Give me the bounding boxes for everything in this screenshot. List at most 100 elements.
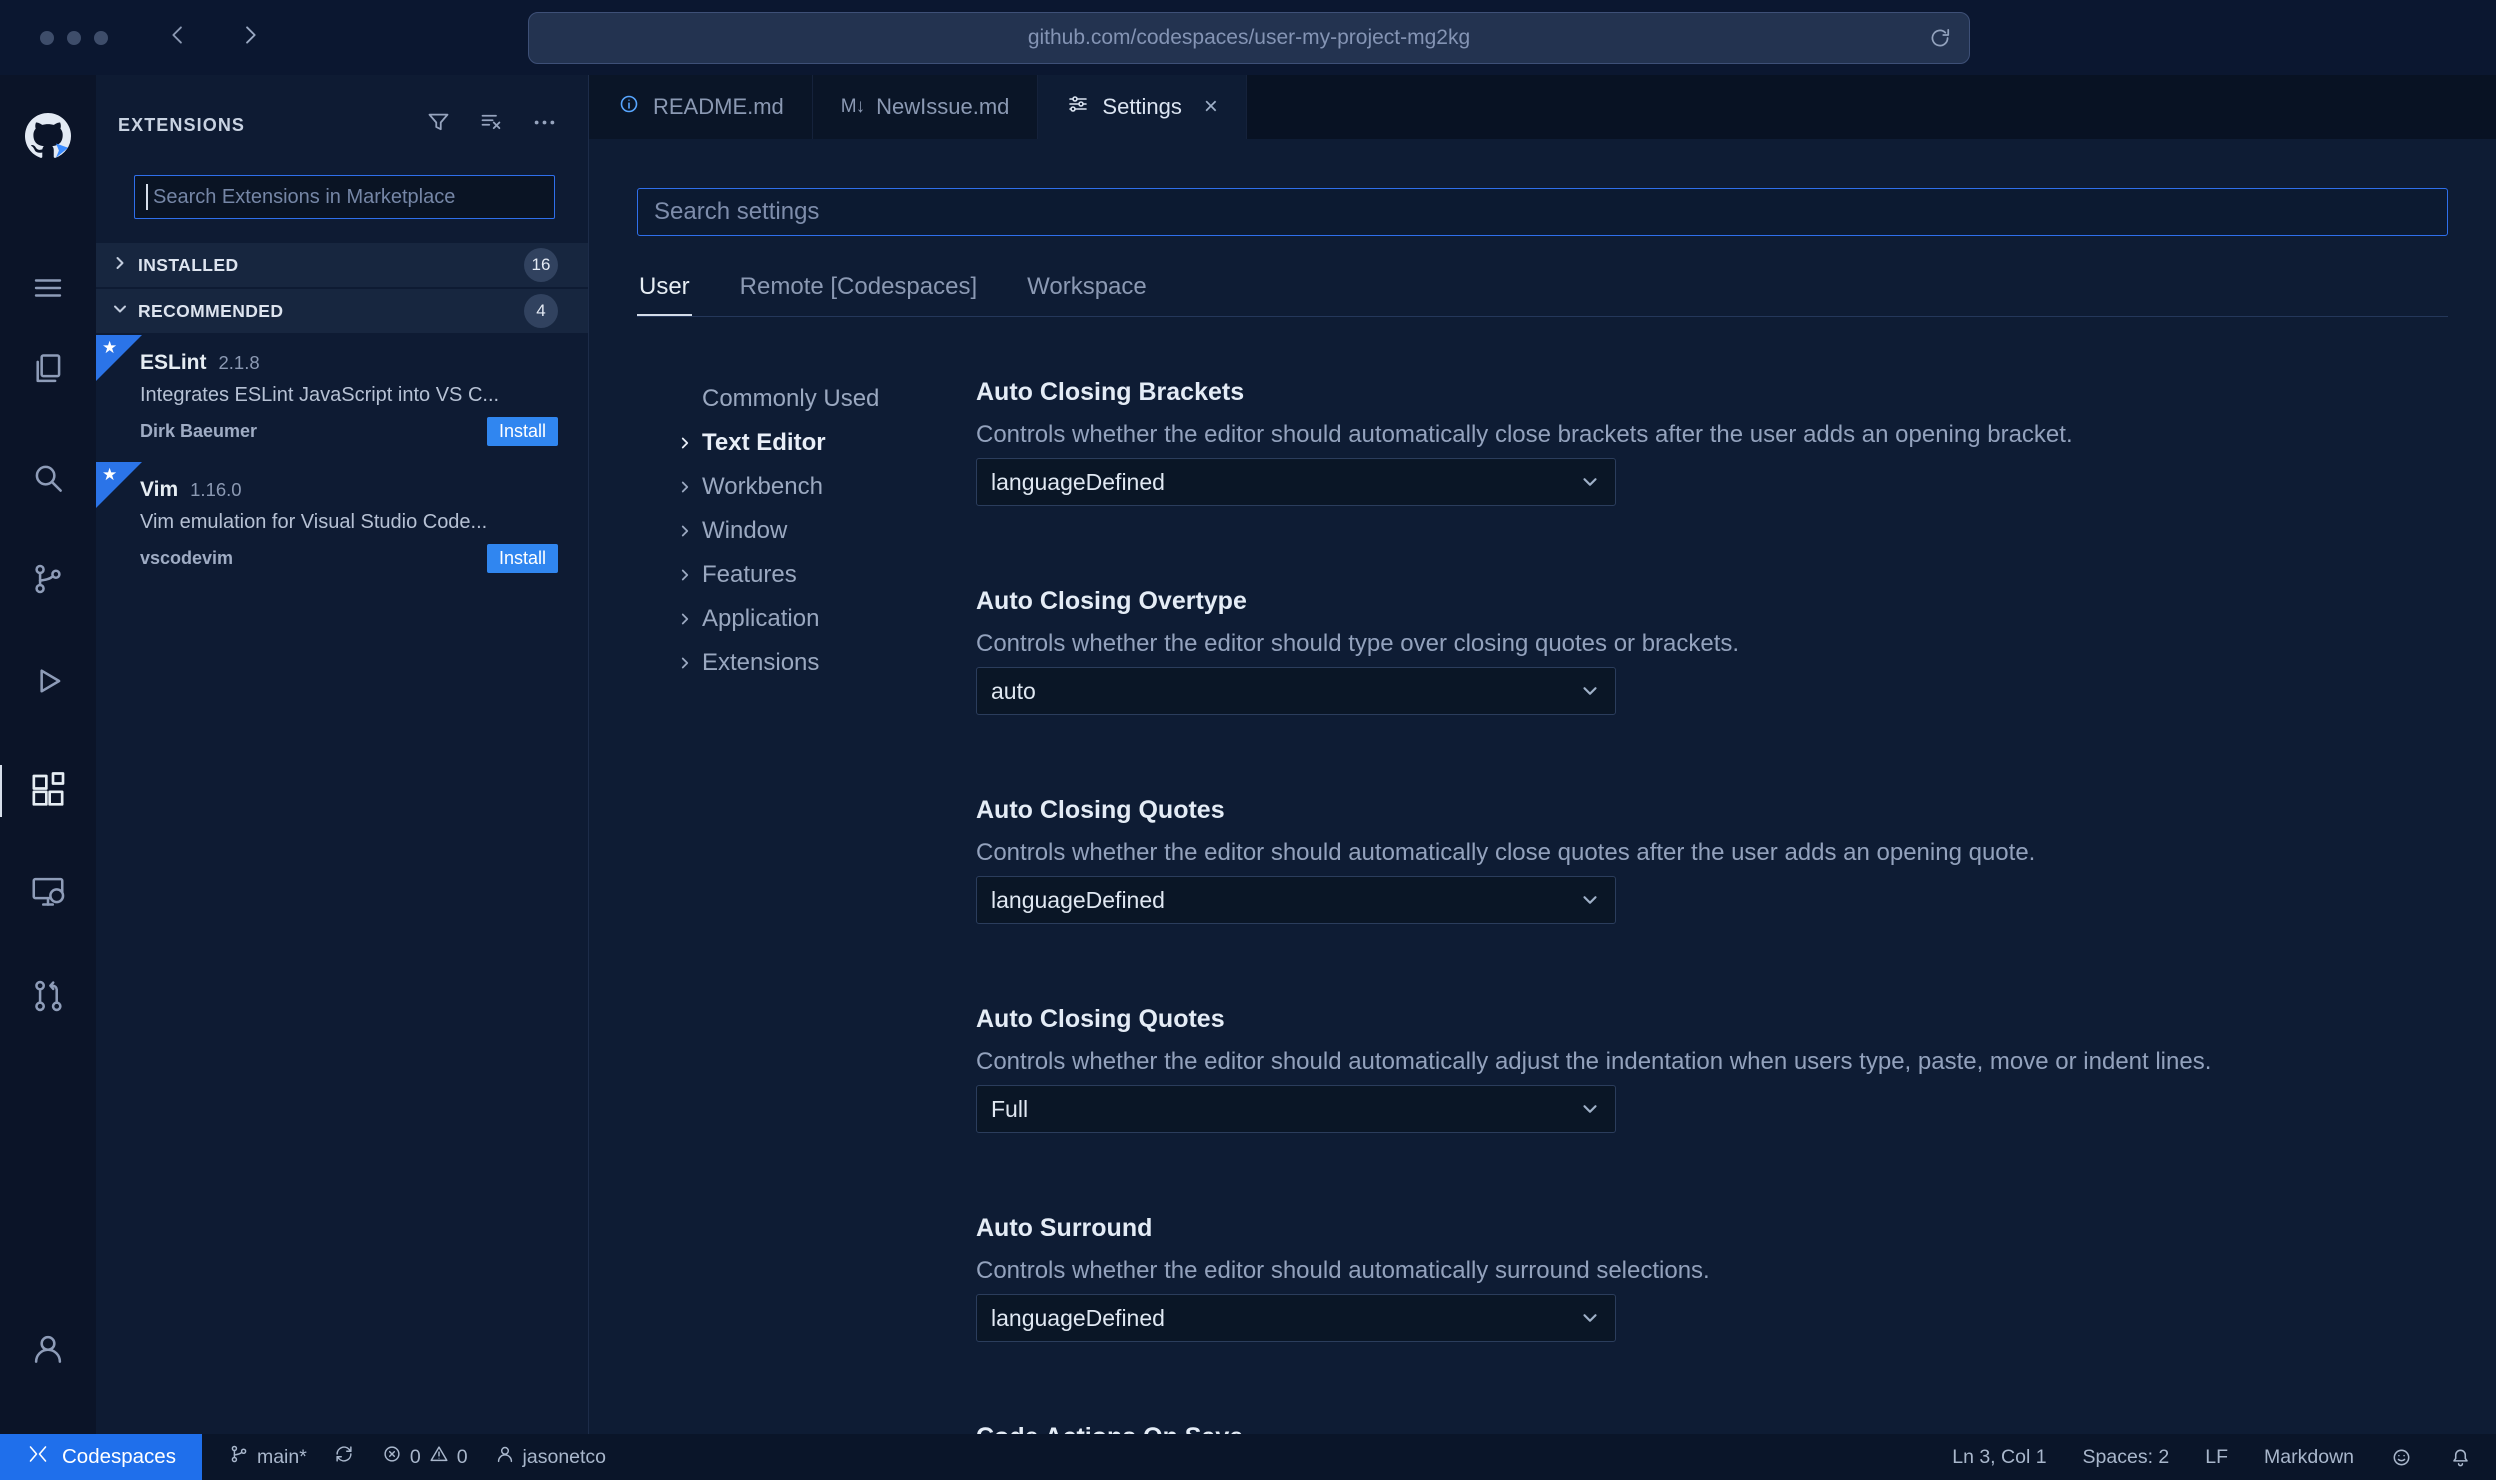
toc-item-extensions[interactable]: Extensions [676, 641, 976, 685]
extensions-search-input[interactable] [134, 175, 555, 219]
run-debug-icon[interactable] [0, 655, 96, 707]
editor-tabbar: README.md M↓ NewIssue.md Settings × [589, 75, 2496, 139]
browser-address-bar[interactable]: github.com/codespaces/user-my-project-mg… [528, 12, 1970, 64]
language-mode-item[interactable]: Markdown [2264, 1446, 2354, 1469]
dropdown-value: auto [991, 677, 1036, 704]
explorer-icon[interactable] [0, 343, 96, 395]
text-cursor [146, 184, 148, 210]
more-actions-icon[interactable] [531, 109, 558, 141]
feedback-smiley-icon[interactable] [2390, 1446, 2413, 1469]
settings-sliders-icon [1066, 92, 1090, 122]
extensions-icon[interactable] [0, 765, 96, 817]
browser-url: github.com/codespaces/user-my-project-mg… [1027, 26, 1471, 49]
toc-label: Features [702, 561, 797, 588]
branch-status-item[interactable]: main* [228, 1443, 307, 1471]
tab-label: Settings [1102, 94, 1182, 119]
setting-entry: Code Actions On Save [976, 1422, 2440, 1434]
setting-entry: Auto Closing Quotes Controls whether the… [976, 1004, 2440, 1133]
source-control-icon[interactable] [0, 553, 96, 605]
setting-title: Auto Surround [976, 1214, 1153, 1242]
clear-extensions-search-icon[interactable] [478, 109, 505, 141]
chevron-down-icon [110, 299, 130, 324]
setting-description: Controls whether the editor should autom… [976, 421, 2073, 448]
recommended-star-icon: ★ [96, 462, 142, 508]
dropdown-value: Full [991, 1095, 1029, 1122]
toc-label: Extensions [702, 649, 820, 676]
toc-item-window[interactable]: Window [676, 509, 976, 553]
extension-name: ESLint [140, 351, 207, 374]
setting-dropdown[interactable]: auto [976, 667, 1616, 715]
install-button[interactable]: Install [486, 417, 558, 446]
indentation-item[interactable]: Spaces: 2 [2083, 1446, 2170, 1469]
tab-label: NewIssue.md [876, 94, 1010, 119]
user-status-item[interactable]: jasonetco [494, 1443, 606, 1471]
scope-tab-user[interactable]: User [637, 269, 692, 316]
toc-label: Commonly Used [702, 385, 880, 412]
extension-author: Dirk Baeumer [140, 421, 258, 441]
window-minimize-button[interactable] [67, 30, 81, 45]
toc-item-application[interactable]: Application [676, 597, 976, 641]
error-icon [381, 1443, 403, 1471]
setting-dropdown[interactable]: languageDefined [976, 458, 1616, 506]
scope-tab-remote[interactable]: Remote [Codespaces] [738, 269, 979, 316]
problems-status-item[interactable]: 0 0 [381, 1443, 468, 1471]
browser-refresh-icon[interactable] [1927, 25, 1953, 57]
cursor-position-item[interactable]: Ln 3, Col 1 [1952, 1446, 2046, 1469]
toc-label: Application [702, 605, 820, 632]
notifications-bell-icon[interactable] [2449, 1446, 2472, 1469]
branch-icon [228, 1443, 250, 1471]
pull-request-icon[interactable] [0, 970, 96, 1022]
browser-back-icon[interactable] [164, 21, 192, 54]
account-icon[interactable] [0, 1323, 96, 1375]
scope-tab-workspace[interactable]: Workspace [1025, 269, 1149, 316]
setting-dropdown[interactable]: languageDefined [976, 876, 1616, 924]
username: jasonetco [522, 1445, 607, 1468]
chevron-right-icon [676, 610, 694, 628]
branch-name: main* [256, 1445, 307, 1468]
toc-item-features[interactable]: Features [676, 553, 976, 597]
sync-status-item[interactable] [333, 1443, 355, 1471]
github-codespaces-logo-icon[interactable] [0, 110, 96, 162]
remote-explorer-icon[interactable] [0, 865, 96, 917]
extension-name: Vim [140, 478, 179, 501]
chevron-right-icon [676, 478, 694, 496]
tab-settings[interactable]: Settings × [1038, 75, 1247, 139]
setting-dropdown[interactable]: languageDefined [976, 1294, 1616, 1342]
settings-search-input[interactable] [637, 188, 2448, 236]
error-count: 0 [409, 1445, 421, 1468]
browser-forward-icon[interactable] [236, 21, 264, 54]
menu-hamburger-icon[interactable] [0, 262, 96, 314]
toc-label: Text Editor [702, 429, 826, 456]
toc-item-workbench[interactable]: Workbench [676, 465, 976, 509]
chevron-down-icon [1579, 680, 1601, 702]
setting-title: Auto Closing Quotes [976, 796, 1225, 824]
filter-icon[interactable] [425, 109, 452, 141]
toc-item-text-editor[interactable]: Text Editor [676, 421, 976, 465]
extension-author: vscodevim [140, 548, 234, 568]
setting-title: Auto Closing Overtype [976, 587, 1247, 615]
installed-section-header[interactable]: INSTALLED 16 [96, 243, 588, 287]
codespaces-remote-indicator[interactable]: Codespaces [0, 1434, 202, 1480]
search-icon[interactable] [0, 452, 96, 504]
close-icon[interactable]: × [1204, 93, 1218, 121]
status-bar: Codespaces main* 0 0 jasonetco Ln 3, Col… [0, 1434, 2496, 1480]
extension-list-item-eslint[interactable]: ★ ESLint 2.1.8 Integrates ESLint JavaScr… [96, 335, 588, 462]
setting-dropdown[interactable]: Full [976, 1085, 1616, 1133]
setting-entry: Auto Surround Controls whether the edito… [976, 1213, 2440, 1342]
window-close-button[interactable] [40, 30, 54, 45]
setting-title: Code Actions On Save [976, 1422, 2440, 1434]
window-maximize-button[interactable] [94, 30, 108, 45]
setting-description: Controls whether the editor should autom… [976, 1048, 2212, 1075]
toc-item-commonly-used[interactable]: Commonly Used [676, 377, 976, 421]
extension-list-item-vim[interactable]: ★ Vim 1.16.0 Vim emulation for Visual St… [96, 462, 588, 589]
tab-newissue[interactable]: M↓ NewIssue.md [812, 75, 1039, 139]
browser-titlebar: github.com/codespaces/user-my-project-mg… [0, 0, 2496, 75]
install-button[interactable]: Install [486, 544, 558, 573]
eol-item[interactable]: LF [2205, 1446, 2228, 1469]
tab-readme[interactable]: README.md [589, 75, 813, 139]
recommended-section-header[interactable]: RECOMMENDED 4 [96, 289, 588, 333]
section-label: RECOMMENDED [138, 300, 284, 321]
setting-entry: Auto Closing Overtype Controls whether t… [976, 586, 2440, 715]
section-label: INSTALLED [138, 254, 239, 275]
chevron-right-icon [676, 522, 694, 540]
